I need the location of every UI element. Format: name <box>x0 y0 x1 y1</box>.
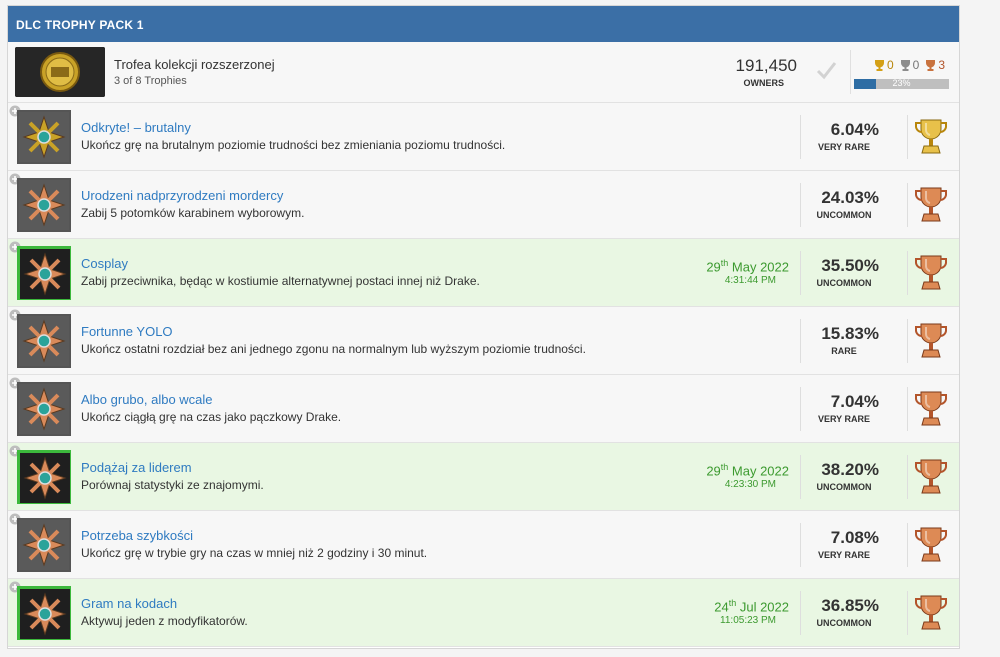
trophy-rarity: RARE <box>831 346 857 356</box>
trophy-name-link[interactable]: Potrzeba szybkości <box>81 528 193 543</box>
progress-bar: 23% <box>854 78 949 89</box>
trophy-image[interactable] <box>17 246 71 300</box>
pack-header: DLC TROPHY PACK 1 <box>8 6 959 42</box>
trophy-row[interactable]: Albo grubo, albo wcale Ukończ ciągłą grę… <box>8 375 959 443</box>
trophy-image[interactable] <box>17 110 71 164</box>
earned-date: 24th Jul 2022 <box>714 598 789 615</box>
trophy-name-link[interactable]: Albo grubo, albo wcale <box>81 392 213 407</box>
trophy-percent: 36.85% <box>821 596 879 615</box>
trophy-rarity: VERY RARE <box>817 414 870 424</box>
trophy-image[interactable] <box>17 450 71 504</box>
trophy-percent: 35.50% <box>821 256 879 275</box>
trophy-description: Ukończ grę na brutalnym poziomie trudnoś… <box>81 138 506 152</box>
divider <box>907 387 908 431</box>
gold-trophy-icon <box>913 117 949 157</box>
trophy-image[interactable] <box>17 314 71 368</box>
trophy-image[interactable] <box>17 518 71 572</box>
pack-image <box>15 47 105 97</box>
trophy-row[interactable]: Potrzeba szybkości Ukończ grę w trybie g… <box>8 511 959 579</box>
progress-label: 23% <box>892 78 911 88</box>
divider <box>907 319 908 363</box>
trophy-rarity: UNCOMMON <box>816 278 872 288</box>
trophy-description: Aktywuj jeden z modyfikatorów. <box>81 614 248 628</box>
trophy-description: Porównaj statystyki ze znajomymi. <box>81 478 264 492</box>
bronze-trophy-icon <box>913 525 949 565</box>
earned-date: 29th May 2022 <box>706 258 789 275</box>
trophy-rarity: VERY RARE <box>817 550 870 560</box>
trophy-rarity: UNCOMMON <box>816 618 872 628</box>
trophy-description: Ukończ ostatni rozdział bez ani jednego … <box>81 342 586 356</box>
pack-title: Trofea kolekcji rozszerzonej <box>114 57 275 72</box>
trophy-percent: 24.03% <box>821 188 879 207</box>
trophy-name-link[interactable]: Fortunne YOLO <box>81 324 173 339</box>
trophy-row[interactable]: Cosplay Zabij przeciwnika, będąc w kosti… <box>8 239 959 307</box>
earned-time: 11:05:23 PM <box>720 615 776 626</box>
trophy-row[interactable]: Odkryte! – brutalny Ukończ grę na brutal… <box>8 103 959 171</box>
trophy-description: Ukończ grę w trybie gry na czas w mniej … <box>81 546 428 560</box>
bronze-trophy-icon <box>913 457 949 497</box>
trophy-percent: 7.04% <box>830 392 879 411</box>
divider <box>800 591 801 635</box>
bronze-trophy-icon <box>913 253 949 293</box>
gold-count: 0 <box>874 58 894 72</box>
divider <box>907 523 908 567</box>
divider <box>800 319 801 363</box>
trophy-percent: 15.83% <box>821 324 879 343</box>
owners-label: OWNERS <box>743 78 785 88</box>
bronze-count: 3 <box>925 58 945 72</box>
earned-time: 4:23:30 PM <box>724 479 776 490</box>
divider <box>850 50 851 94</box>
divider <box>800 251 801 295</box>
owners-count: 191,450 <box>735 56 797 75</box>
bronze-trophy-icon <box>913 593 949 633</box>
divider <box>907 251 908 295</box>
earned-time: 4:31:44 PM <box>724 275 776 286</box>
trophy-description: Zabij 5 potomków karabinem wyborowym. <box>81 206 305 220</box>
divider <box>800 523 801 567</box>
check-icon <box>814 58 838 82</box>
divider <box>907 455 908 499</box>
divider <box>800 183 801 227</box>
trophy-image[interactable] <box>17 382 71 436</box>
trophy-row[interactable]: Urodzeni nadprzyrodzeni mordercy Zabij 5… <box>8 171 959 239</box>
trophy-row[interactable]: Gram na kodach Aktywuj jeden z modyfikat… <box>8 579 959 647</box>
trophy-image[interactable] <box>17 586 71 640</box>
trophy-rarity: VERY RARE <box>817 142 870 152</box>
trophy-list: Odkryte! – brutalny Ukończ grę na brutal… <box>8 103 959 647</box>
trophy-name-link[interactable]: Odkryte! – brutalny <box>81 120 191 135</box>
divider <box>907 591 908 635</box>
divider <box>907 183 908 227</box>
bronze-trophy-icon <box>926 60 936 71</box>
trophy-description: Zabij przeciwnika, będąc w kostiumie alt… <box>81 274 480 288</box>
trophy-row[interactable]: Podążaj za liderem Porównaj statystyki z… <box>8 443 959 511</box>
trophy-rarity: UNCOMMON <box>816 482 872 492</box>
trophy-description: Ukończ ciągłą grę na czas jako pączkowy … <box>81 410 342 424</box>
trophy-name-link[interactable]: Cosplay <box>81 256 128 271</box>
trophy-percent: 7.08% <box>830 528 879 547</box>
trophy-name-link[interactable]: Urodzeni nadprzyrodzeni mordercy <box>81 188 283 203</box>
bronze-trophy-icon <box>913 321 949 361</box>
divider <box>907 115 908 159</box>
silver-count: 0 <box>900 58 919 72</box>
bronze-trophy-icon <box>913 185 949 225</box>
pack-trophy-count: 3 of 8 Trophies <box>114 75 187 87</box>
trophy-row[interactable]: Fortunne YOLO Ukończ ostatni rozdział be… <box>8 307 959 375</box>
trophy-percent: 38.20% <box>821 460 879 479</box>
trophy-name-link[interactable]: Gram na kodach <box>81 596 177 611</box>
trophy-pack-panel: DLC TROPHY PACK 1 Trofea kolekcji rozsze… <box>7 5 960 649</box>
bronze-trophy-icon <box>913 389 949 429</box>
divider <box>800 387 801 431</box>
trophy-counts: 0 0 3 <box>874 58 945 72</box>
trophy-percent: 6.04% <box>830 120 879 139</box>
pack-summary: Trofea kolekcji rozszerzonej 3 of 8 Trop… <box>8 42 959 103</box>
trophy-rarity: UNCOMMON <box>816 210 872 220</box>
trophy-image[interactable] <box>17 178 71 232</box>
gold-trophy-icon <box>874 60 884 71</box>
divider <box>800 115 801 159</box>
silver-trophy-icon <box>900 60 910 71</box>
earned-date: 29th May 2022 <box>706 462 789 479</box>
trophy-name-link[interactable]: Podążaj za liderem <box>81 460 192 475</box>
divider <box>800 455 801 499</box>
